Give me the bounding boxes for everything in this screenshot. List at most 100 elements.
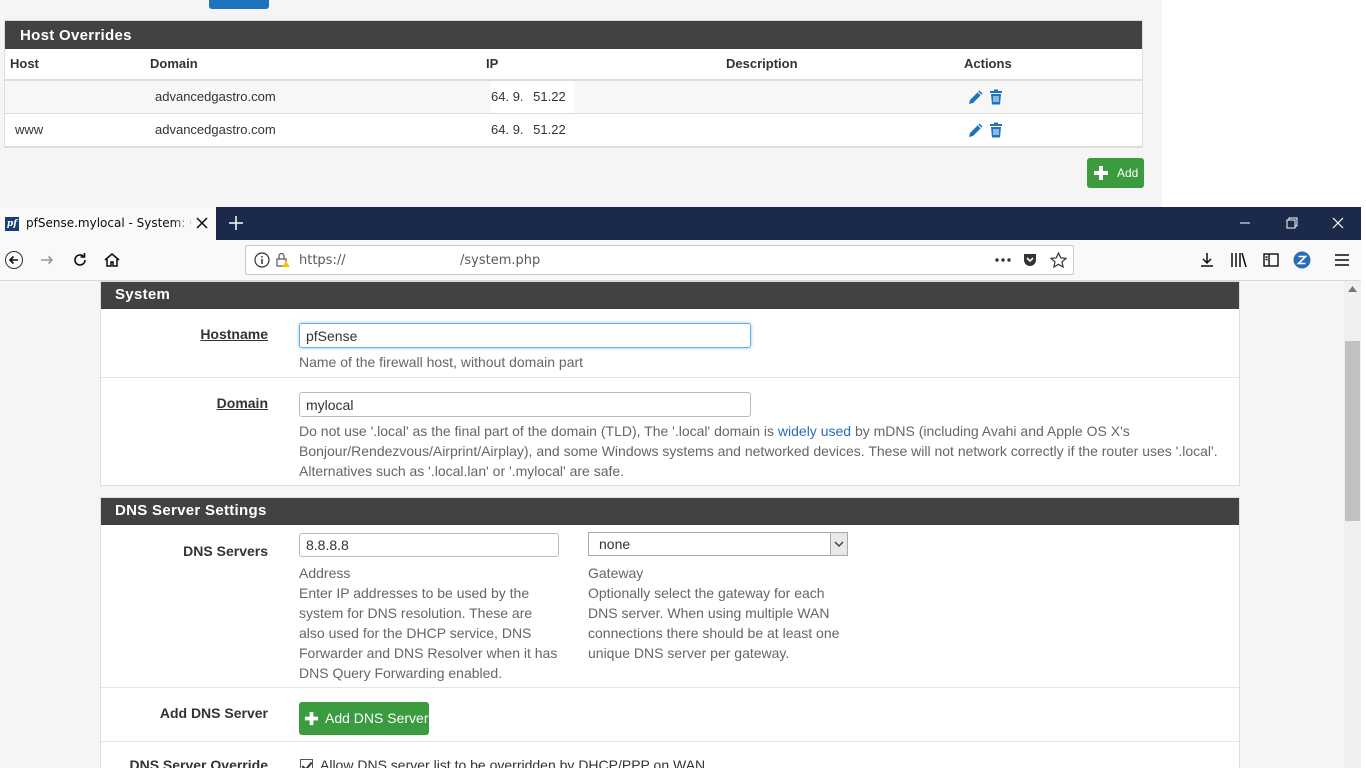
domain-input[interactable] (299, 392, 751, 417)
row-actions (968, 89, 1008, 105)
redaction-mask (523, 90, 530, 105)
gateway-selected-value: none (599, 536, 631, 552)
info-icon[interactable] (254, 252, 270, 268)
scroll-up-arrow-icon[interactable] (1348, 286, 1357, 292)
trash-icon[interactable] (988, 122, 1004, 138)
add-dns-row: Add DNS Server Add DNS Server (101, 688, 1239, 742)
table-row: advancedgastro.com 64. 9. 51.22 (5, 81, 1142, 114)
dns-server-input[interactable] (299, 533, 559, 557)
hostname-help: Name of the firewall host, without domai… (299, 354, 584, 370)
column-header-actions: Actions (964, 56, 1012, 71)
star-icon[interactable] (1050, 252, 1067, 269)
lock-warning-icon[interactable] (275, 252, 291, 268)
gateway-help: Optionally select the gateway for each D… (588, 585, 840, 661)
pfsense-favicon-icon: pf (5, 217, 19, 231)
menu-icon[interactable] (1333, 251, 1351, 269)
window-close-icon[interactable] (1330, 215, 1346, 231)
back-icon[interactable] (5, 251, 23, 269)
panel-title: System (101, 282, 1239, 309)
plus-icon (1094, 166, 1108, 180)
address-help: Enter IP addresses to be used by the sys… (299, 585, 558, 681)
ip-octet-2: 9. (512, 89, 524, 104)
domain-label: Domain (216, 395, 268, 411)
domain-row: Domain Do not use '.local' as the final … (101, 378, 1239, 486)
hostname-row: Hostname Name of the firewall host, with… (101, 309, 1239, 378)
cell-domain: advancedgastro.com (155, 89, 276, 104)
add-button-label: Add (1117, 166, 1139, 180)
ip-octet-3: 51.22 (533, 122, 566, 137)
ip-octet-3: 51.22 (533, 89, 566, 104)
address-label: Address (299, 565, 351, 581)
domain-help-text: Do not use '.local' as the final part of… (299, 423, 778, 439)
dns-servers-label: DNS Servers (183, 543, 268, 559)
add-dns-label: Add DNS Server (159, 705, 268, 721)
host-overrides-panel: Host Overrides Host Domain IP Descriptio… (4, 20, 1143, 148)
tab-title-fade (172, 211, 194, 236)
more-icon[interactable] (994, 252, 1012, 268)
dns-override-label: DNS Server Override (129, 757, 268, 768)
column-header-domain: Domain (150, 56, 198, 71)
dns-servers-row: DNS Servers Address Enter IP addresses t… (101, 525, 1239, 688)
hostname-label: Hostname (200, 326, 268, 342)
forward-icon[interactable] (38, 251, 56, 269)
add-dns-button-label: Add DNS Server (325, 710, 429, 726)
widely-used-link[interactable]: widely used (778, 423, 851, 439)
column-header-ip: IP (486, 56, 499, 71)
browser-tab-bar: pf pfSense.mylocal - System: General Set… (0, 207, 1361, 240)
table-header-row: Host Domain IP Description Actions (5, 49, 1142, 81)
url-bar[interactable]: https:// /system.php (245, 245, 1074, 275)
ip-octet-1: 64. (491, 122, 510, 137)
pencil-icon[interactable] (968, 89, 984, 105)
pencil-icon[interactable] (968, 122, 984, 138)
new-tab-plus-icon[interactable] (228, 215, 244, 231)
table-row: www advancedgastro.com 64. 9. 51.22 (5, 114, 1142, 147)
page-scrollbar[interactable] (1344, 281, 1361, 768)
add-host-override-button[interactable]: Add (1087, 158, 1144, 188)
screen-edge (1361, 207, 1366, 768)
sidebar-icon[interactable] (1262, 251, 1280, 269)
zotero-icon[interactable] (1293, 251, 1311, 269)
home-icon[interactable] (103, 251, 121, 269)
chevron-down-icon[interactable] (830, 533, 847, 555)
trash-icon[interactable] (988, 89, 1004, 105)
dns-override-text: Allow DNS server list to be overridden b… (320, 757, 706, 768)
cell-domain: advancedgastro.com (155, 122, 276, 137)
gateway-select[interactable]: none (588, 532, 848, 556)
tab-title: pfSense.mylocal - System: General Setup (26, 216, 191, 230)
cell-ip: 64. 9. 51.22 (491, 114, 566, 146)
scrollbar-thumb[interactable] (1345, 341, 1360, 521)
column-header-host: Host (10, 56, 39, 71)
page-content: System Hostname Name of the firewall hos… (0, 281, 1344, 768)
save-button-partial[interactable] (209, 0, 269, 9)
url-path: /system.php (460, 253, 541, 268)
download-icon[interactable] (1198, 251, 1216, 269)
column-header-description: Description (726, 56, 798, 71)
tab-active[interactable]: pf pfSense.mylocal - System: General Set… (0, 207, 216, 240)
cell-ip: 64. 9. 51.22 (491, 81, 574, 113)
dns-settings-panel: DNS Server Settings DNS Servers Address … (100, 497, 1240, 768)
minimize-icon[interactable] (1237, 215, 1253, 231)
library-icon[interactable] (1230, 251, 1248, 269)
url-scheme: https:// (299, 253, 346, 268)
ip-octet-2: 9. (512, 122, 524, 137)
system-panel: System Hostname Name of the firewall hos… (100, 281, 1240, 486)
panel-title: DNS Server Settings (101, 498, 1239, 525)
hostname-input[interactable] (299, 323, 751, 348)
restore-icon[interactable] (1284, 215, 1300, 231)
background-window: Host Overrides Host Domain IP Descriptio… (0, 0, 1366, 207)
close-icon[interactable] (194, 215, 210, 231)
dns-override-row: DNS Server Override Allow DNS server lis… (101, 742, 1239, 768)
cell-host: www (15, 122, 44, 137)
plus-icon (304, 711, 319, 726)
reload-icon[interactable] (71, 251, 89, 269)
dns-override-checkbox[interactable] (300, 759, 313, 768)
redaction-mask (523, 123, 530, 138)
ip-octet-1: 64. (491, 89, 510, 104)
pocket-icon[interactable] (1022, 252, 1038, 268)
add-dns-server-button[interactable]: Add DNS Server (299, 702, 429, 735)
panel-title: Host Overrides (5, 21, 1142, 49)
browser-nav-bar: https:// /system.php (0, 240, 1361, 281)
row-actions (968, 122, 1008, 138)
gateway-label: Gateway (588, 565, 644, 581)
domain-help: Do not use '.local' as the final part of… (299, 421, 1229, 481)
